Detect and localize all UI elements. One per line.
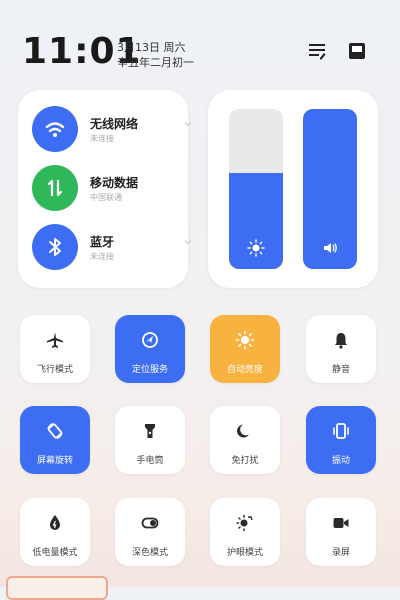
bottom-card-peek — [6, 576, 108, 600]
bluetooth-button[interactable] — [32, 224, 78, 270]
tile-bell[interactable]: 静音 — [306, 315, 376, 383]
bluetooth-status: 未连接 — [90, 252, 114, 261]
wifi-title: 无线网络 — [90, 117, 139, 131]
vibrate-icon — [333, 423, 349, 439]
tile-label: 护眼模式 — [226, 548, 263, 558]
date-lunar: 辛丑年二月初一 — [117, 56, 194, 69]
screen-record-icon — [333, 518, 349, 528]
date-gregorian: 3月13日 周六 — [117, 41, 186, 54]
bluetooth-icon — [49, 238, 61, 256]
tile-label: 手电筒 — [136, 456, 164, 466]
tile-rotate[interactable]: 屏幕旋转 — [20, 406, 90, 474]
tile-eye-care[interactable]: 护眼模式 — [210, 498, 280, 566]
tile-label: 低电量模式 — [32, 548, 78, 558]
auto-brightness-icon — [235, 330, 255, 350]
tile-vibrate[interactable]: 振动 — [306, 406, 376, 474]
wifi-icon — [45, 122, 65, 137]
tile-label: 免打扰 — [231, 456, 259, 466]
wifi-status: 未连接 — [90, 134, 114, 143]
tile-low-power[interactable]: 低电量模式 — [20, 498, 90, 566]
dark-mode-icon — [141, 517, 159, 529]
tile-moon[interactable]: 免打扰 — [210, 406, 280, 474]
tile-dark-mode[interactable]: 深色模式 — [115, 498, 185, 566]
connectivity-panel: 无线网络 未连接 移动数据 中国联通 蓝牙 未连接 — [18, 90, 192, 288]
mobile-data-toggle[interactable]: 移动数据 中国联通 — [32, 165, 182, 211]
tile-label: 振动 — [331, 456, 350, 466]
mobile-data-carrier: 中国联通 — [90, 193, 122, 202]
tile-flashlight[interactable]: 手电筒 — [115, 406, 185, 474]
low-power-icon — [50, 515, 60, 530]
chevron-down-icon[interactable] — [184, 120, 192, 128]
brightness-slider[interactable] — [229, 109, 283, 269]
sliders-panel — [208, 90, 378, 288]
notification-shade-icon[interactable] — [346, 40, 368, 62]
tile-label: 屏幕旋转 — [36, 456, 73, 466]
volume-slider[interactable] — [303, 109, 357, 269]
tile-screen-record[interactable]: 录屏 — [306, 498, 376, 566]
tile-label: 深色模式 — [131, 548, 168, 558]
eye-care-icon — [236, 514, 253, 532]
tile-airplane[interactable]: 飞行模式 — [20, 315, 90, 383]
mobile-data-icon — [47, 179, 63, 197]
airplane-icon — [47, 332, 63, 348]
mobile-data-button[interactable] — [32, 165, 78, 211]
tile-label: 飞行模式 — [36, 365, 73, 375]
bluetooth-toggle[interactable]: 蓝牙 未连接 — [32, 224, 192, 270]
wifi-toggle[interactable]: 无线网络 未连接 — [32, 106, 192, 152]
location-icon — [142, 332, 158, 348]
speaker-icon — [324, 243, 337, 253]
bluetooth-title: 蓝牙 — [90, 235, 115, 249]
moon-icon — [237, 424, 249, 438]
rotate-icon — [47, 422, 63, 440]
date-display: 3月13日 周六 辛丑年二月初一 — [117, 40, 194, 70]
bell-icon — [335, 333, 347, 349]
tile-label: 录屏 — [331, 548, 350, 558]
flashlight-icon — [145, 424, 155, 438]
tile-label: 静音 — [331, 365, 350, 375]
tile-location[interactable]: 定位服务 — [115, 315, 185, 383]
tile-label: 自动亮度 — [226, 365, 263, 375]
tile-auto-brightness[interactable]: 自动亮度 — [210, 315, 280, 383]
edit-list-icon[interactable] — [306, 40, 328, 62]
chevron-down-icon[interactable] — [184, 238, 192, 246]
brightness-icon — [247, 239, 265, 257]
tile-label: 定位服务 — [131, 365, 168, 375]
mobile-data-title: 移动数据 — [90, 176, 139, 190]
wifi-button[interactable] — [32, 106, 78, 152]
